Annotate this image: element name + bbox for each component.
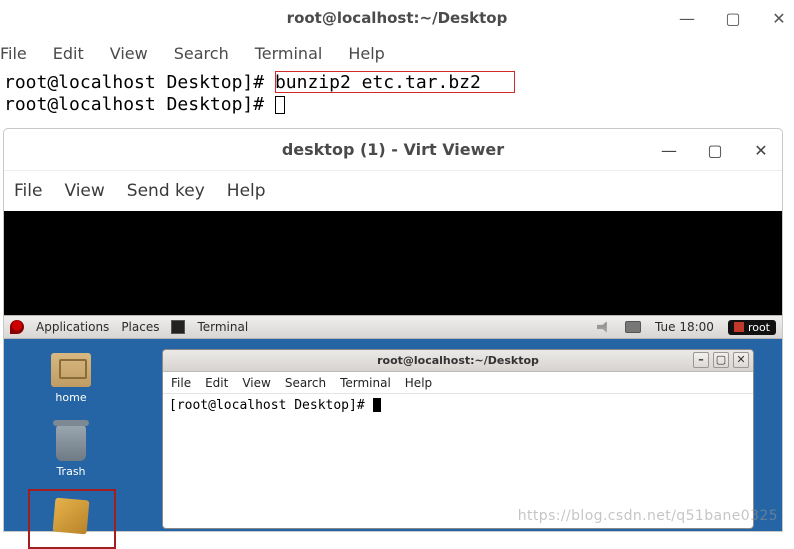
terminal-line-1: root@localhost Desktop]# bunzip2 etc.tar… [4,72,794,94]
distro-icon [10,320,24,334]
desktop-icon-label: home [36,391,106,404]
close-button[interactable]: ✕ [770,9,788,28]
menu-edit[interactable]: Edit [205,376,228,390]
minimize-button[interactable]: — [660,141,678,160]
desktop-icon-label: Trash [36,465,106,478]
guest-terminal-title: root@localhost:~/Desktop [377,354,539,367]
folder-icon [51,353,91,387]
virt-viewer-window: desktop (1) - Virt Viewer — ▢ ✕ File Vie… [3,128,783,532]
menu-search[interactable]: Search [174,44,229,63]
trash-icon [56,425,86,461]
host-terminal-menubar: File Edit View Search Terminal Help [0,36,794,70]
package-icon [53,498,90,535]
menu-help[interactable]: Help [348,44,384,63]
menu-view[interactable]: View [110,44,148,63]
terminal-line-2: root@localhost Desktop]# [4,94,794,116]
maximize-button[interactable]: ▢ [706,141,724,160]
host-window-title: root@localhost:~/Desktop [287,9,508,27]
viewer-window-controls: — ▢ ✕ [660,129,770,171]
menu-view[interactable]: View [242,376,270,390]
minimize-button[interactable]: – [693,352,709,368]
panel-clock[interactable]: Tue 18:00 [655,320,714,334]
display-icon[interactable] [625,321,641,333]
viewer-menubar: File View Send key Help [4,171,782,211]
guest-terminal-controls: – ▢ ✕ [693,352,749,368]
desktop-icon-home[interactable]: home [36,353,106,404]
guest-terminal-menubar: File Edit View Search Terminal Help [163,372,753,394]
desktop-icon-trash[interactable]: Trash [36,425,106,478]
menu-view[interactable]: View [64,181,104,201]
close-button[interactable]: ✕ [752,141,770,160]
maximize-button[interactable]: ▢ [713,352,729,368]
menu-file[interactable]: File [14,181,42,201]
volume-icon[interactable] [597,320,611,334]
guest-display[interactable]: Applications Places Terminal Tue 18:00 r… [4,211,782,531]
panel-places[interactable]: Places [121,320,159,334]
menu-edit[interactable]: Edit [53,44,84,63]
cursor-icon [275,96,285,114]
menu-file[interactable]: File [0,44,27,63]
viewer-titlebar[interactable]: desktop (1) - Virt Viewer — ▢ ✕ [4,129,782,171]
menu-sendkey[interactable]: Send key [127,181,205,201]
panel-applications[interactable]: Applications [36,320,109,334]
maximize-button[interactable]: ▢ [724,9,742,28]
menu-help[interactable]: Help [227,181,266,201]
terminal-icon[interactable] [171,320,185,334]
menu-terminal[interactable]: Terminal [340,376,391,390]
desktop-icon-package[interactable] [36,499,106,533]
host-terminal-body[interactable]: root@localhost Desktop]# bunzip2 etc.tar… [0,70,794,116]
terminal-prompt: [root@localhost Desktop]# [169,398,365,413]
menu-file[interactable]: File [171,376,191,390]
guest-terminal-body[interactable]: [root@localhost Desktop]# [163,394,753,417]
close-button[interactable]: ✕ [733,352,749,368]
host-titlebar[interactable]: root@localhost:~/Desktop — ▢ ✕ [0,0,794,36]
user-menu[interactable]: root [728,320,776,335]
watermark-text: https://blog.csdn.net/q51bane0325 [518,508,778,524]
host-window-controls: — ▢ ✕ [678,0,788,36]
guest-top-panel: Applications Places Terminal Tue 18:00 r… [4,315,782,339]
guest-terminal-titlebar[interactable]: root@localhost:~/Desktop – ▢ ✕ [163,350,753,372]
viewer-window-title: desktop (1) - Virt Viewer [282,140,504,159]
menu-search[interactable]: Search [285,376,326,390]
minimize-button[interactable]: — [678,9,696,28]
guest-terminal-window: root@localhost:~/Desktop – ▢ ✕ File Edit… [162,349,754,529]
menu-help[interactable]: Help [405,376,432,390]
menu-terminal[interactable]: Terminal [255,44,323,63]
cursor-icon [373,398,381,412]
panel-terminal[interactable]: Terminal [197,320,248,334]
